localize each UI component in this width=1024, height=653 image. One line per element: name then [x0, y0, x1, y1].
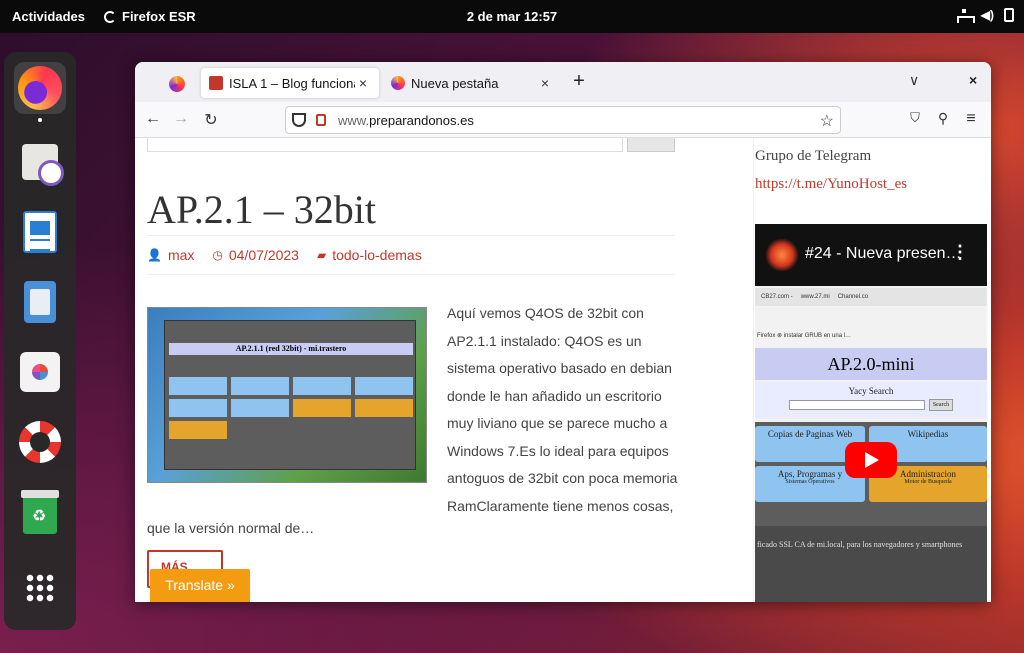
tab-title: ISLA 1 – Blog funcionando: [229, 75, 355, 91]
running-indicator: [38, 118, 42, 122]
forward-icon[interactable]: →: [171, 110, 191, 128]
evolution-mail-icon: [22, 144, 64, 186]
firefox-favicon-icon: [391, 76, 405, 90]
folder-icon: ▰: [316, 248, 327, 262]
user-icon: 👤: [147, 248, 162, 262]
telegram-link[interactable]: https://t.me/YunoHost_es: [755, 176, 907, 193]
trash-icon: [21, 490, 59, 534]
pocket-icon[interactable]: ⛉: [905, 110, 925, 126]
help-icon: [19, 421, 61, 463]
dock-mail[interactable]: [14, 136, 66, 188]
list-tabs-chevron-icon[interactable]: ∨: [909, 72, 919, 89]
dock: [4, 52, 76, 630]
show-apps-icon: [25, 573, 55, 603]
post-title[interactable]: AP.2.1 – 32bit: [147, 186, 376, 233]
nav-bar: ← → ↻ www.preparandonos.es ☆ ⛉ ⚲ ≡: [135, 102, 991, 138]
youtube-embed[interactable]: #24 - Nueva presen… ⋮ CB27.com - www.27.…: [755, 224, 987, 602]
extensions-icon[interactable]: ⚲: [933, 110, 953, 127]
thumbnail-screen: AP.2.1.1 (red 32bit) - mi.trastero: [164, 320, 416, 470]
dock-files[interactable]: [14, 276, 66, 328]
url-bar[interactable]: www.preparandonos.es ☆: [285, 106, 841, 134]
firefox-small-icon: [104, 10, 116, 23]
reload-icon[interactable]: ↻: [201, 110, 221, 130]
youtube-play-icon[interactable]: [845, 442, 897, 478]
video-header: #24 - Nueva presen… ⋮: [755, 224, 987, 286]
activities-button[interactable]: Actividades: [12, 9, 85, 24]
battery-icon[interactable]: [1004, 8, 1014, 22]
firefox-window: ISLA 1 – Blog funcionando × Nueva pestañ…: [135, 62, 991, 602]
back-icon[interactable]: ←: [143, 110, 163, 128]
window-close-icon[interactable]: ×: [969, 72, 977, 88]
tab-close-icon[interactable]: ×: [537, 75, 553, 91]
search-button[interactable]: [627, 138, 675, 152]
post-thumbnail[interactable]: AP.2.1.1 (red 32bit) - mi.trastero: [147, 307, 427, 483]
clock-icon: ◷: [212, 248, 223, 262]
insecure-lock-icon[interactable]: [316, 114, 326, 126]
top-bar: Actividades Firefox ESR 2 de mar 12:57 ◀…: [0, 0, 1024, 33]
app-menu[interactable]: Firefox ESR: [104, 9, 196, 24]
dock-writer[interactable]: [14, 206, 66, 258]
post-category[interactable]: todo-lo-demas: [332, 247, 422, 263]
search-input[interactable]: [147, 138, 623, 152]
volume-icon[interactable]: ◀): [981, 8, 994, 22]
tab-new[interactable]: Nueva pestaña ×: [383, 68, 561, 98]
firefox-icon: [18, 66, 62, 110]
post-author[interactable]: max: [168, 247, 194, 263]
tab-title: Nueva pestaña: [411, 75, 499, 91]
system-tray[interactable]: ◀): [956, 8, 1014, 23]
dock-help[interactable]: [14, 416, 66, 468]
telegram-title: Grupo de Telegram: [755, 148, 872, 164]
tab-close-icon[interactable]: ×: [355, 75, 371, 91]
post-excerpt-continued: que la versión normal de…: [147, 520, 315, 536]
channel-avatar[interactable]: [765, 238, 799, 272]
new-tab-button[interactable]: +: [569, 70, 589, 93]
url-text[interactable]: www.preparandonos.es: [338, 113, 474, 128]
app-name: Firefox ESR: [122, 9, 196, 24]
post-meta: 👤 max ◷ 04/07/2023 ▰ todo-lo-demas: [147, 235, 675, 275]
post-date[interactable]: 04/07/2023: [229, 247, 299, 263]
menu-icon[interactable]: ≡: [961, 110, 981, 128]
tab-blog[interactable]: ISLA 1 – Blog funcionando ×: [201, 68, 379, 98]
tab-bar: ISLA 1 – Blog funcionando × Nueva pestañ…: [135, 62, 991, 102]
tracking-shield-icon[interactable]: [292, 113, 306, 127]
firefox-view-icon[interactable]: [169, 76, 185, 92]
thumbnail-header: AP.2.1.1 (red 32bit) - mi.trastero: [169, 343, 413, 355]
writer-icon: [23, 211, 57, 253]
files-icon: [24, 281, 56, 323]
translate-button[interactable]: Translate »: [150, 569, 250, 602]
blog-favicon-icon: [209, 76, 223, 90]
page-content: AP.2.1 – 32bit 👤 max ◷ 04/07/2023 ▰ todo…: [135, 138, 991, 602]
video-title[interactable]: #24 - Nueva presen…: [805, 245, 962, 263]
post-excerpt: Aquí vemos Q4OS de 32bit con AP2.1.1 ins…: [447, 305, 678, 514]
dock-trash[interactable]: [14, 488, 66, 540]
dock-software[interactable]: [14, 346, 66, 398]
more-options-icon[interactable]: ⋮: [951, 242, 969, 263]
network-icon[interactable]: [956, 9, 975, 23]
dock-show-apps[interactable]: [14, 562, 66, 614]
software-store-icon: [20, 352, 60, 392]
bookmark-star-icon[interactable]: ☆: [820, 111, 834, 131]
dock-firefox[interactable]: [14, 62, 66, 114]
